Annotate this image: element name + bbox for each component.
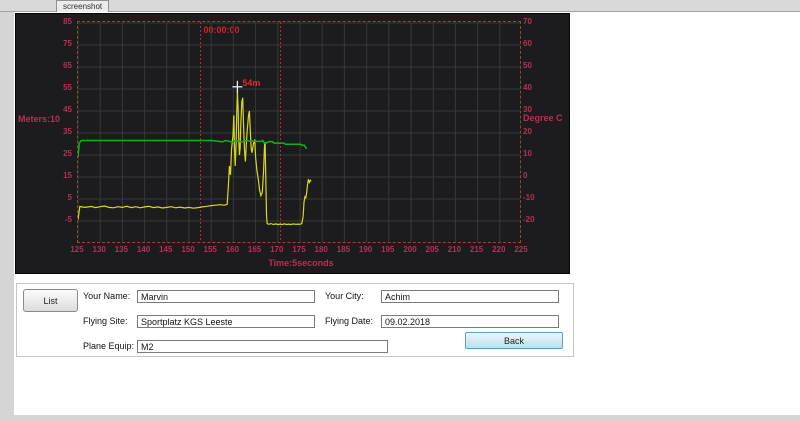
x-axis-title: Time:5seconds [216,258,386,268]
axis-tick-label: 195 [377,245,399,255]
back-button[interactable]: Back [465,332,563,349]
axis-tick-label: 170 [266,245,288,255]
axis-tick-label: 185 [332,245,354,255]
axis-tick-label: 180 [310,245,332,255]
axis-tick-label: 130 [88,245,110,255]
axis-tick-label: 175 [288,245,310,255]
app-window: Meters:10 Degree C Time:5seconds 00:00:0… [14,12,800,415]
axis-tick-label: 215 [466,245,488,255]
your-city-input[interactable] [381,290,559,303]
axis-tick-label: 205 [421,245,443,255]
tab-bar: screenshot [0,0,800,12]
axis-tick-label: 10 [523,149,553,159]
axis-tick-label: 200 [399,245,421,255]
axis-tick-label: 60 [523,39,553,49]
axis-tick-label: 165 [244,245,266,255]
altitude-annotation: 54m [242,78,260,88]
flight-log-chart-panel: Meters:10 Degree C Time:5seconds 00:00:0… [15,13,570,274]
axis-tick-label: 55 [42,83,72,93]
axis-tick-label: 0 [523,171,553,181]
tab-screenshot[interactable]: screenshot [56,0,109,12]
your-name-input[interactable] [137,290,315,303]
axis-tick-label: -5 [42,215,72,225]
axis-tick-label: 45 [42,105,72,115]
axis-tick-label: 65 [42,61,72,71]
axis-tick-label: 135 [110,245,132,255]
flying-date-input[interactable] [381,315,559,328]
axis-tick-label: 70 [523,17,553,27]
axis-tick-label: 75 [42,39,72,49]
chart-canvas[interactable] [78,22,520,242]
axis-tick-label: 35 [42,127,72,137]
your-name-label: Your Name: [83,291,130,301]
plane-equip-input[interactable] [137,340,388,353]
flight-info-form: List Your Name: Your City: Flying Site: … [16,283,574,357]
list-button[interactable]: List [23,289,78,312]
flying-date-label: Flying Date: [325,316,373,326]
axis-tick-label: 145 [155,245,177,255]
axis-tick-label: 140 [133,245,155,255]
flying-site-label: Flying Site: [83,316,128,326]
axis-tick-label: 150 [177,245,199,255]
axis-tick-label: -20 [523,215,553,225]
axis-tick-label: 160 [221,245,243,255]
axis-tick-label: 220 [488,245,510,255]
axis-tick-label: 15 [42,171,72,181]
axis-tick-label: 40 [523,83,553,93]
axis-tick-label: 190 [355,245,377,255]
flying-site-input[interactable] [137,315,315,328]
axis-tick-label: 25 [42,149,72,159]
axis-tick-label: 210 [443,245,465,255]
axis-tick-label: 5 [42,193,72,203]
axis-tick-label: 225 [510,245,532,255]
plot-area[interactable]: 54m [77,21,521,243]
axis-tick-label: 85 [42,17,72,27]
axis-tick-label: 50 [523,61,553,71]
axis-tick-label: 155 [199,245,221,255]
your-city-label: Your City: [325,291,364,301]
plane-equip-label: Plane Equip: [83,341,134,351]
axis-tick-label: 125 [66,245,88,255]
axis-tick-label: 30 [523,105,553,115]
left-axis-title: Meters:10 [18,114,60,124]
axis-tick-label: 20 [523,127,553,137]
axis-tick-label: -10 [523,193,553,203]
